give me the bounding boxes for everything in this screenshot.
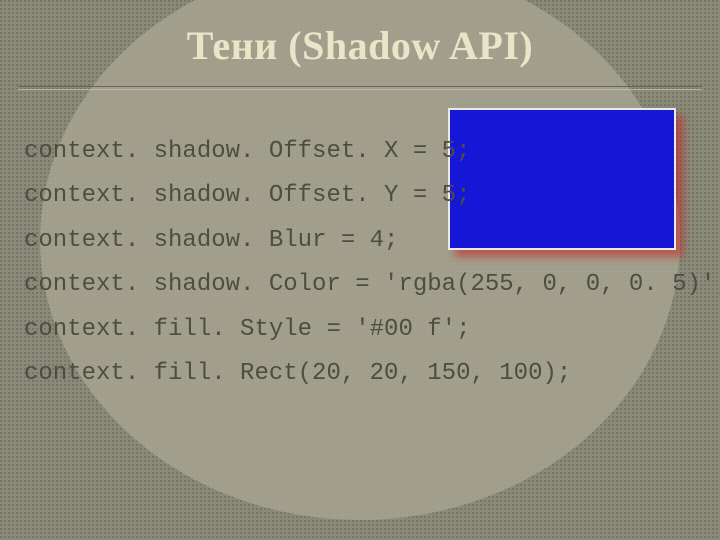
code-line: context. fill. Rect(20, 20, 150, 100); [24,352,700,396]
slide-title: Тени (Shadow API) [20,22,700,69]
code-line: context. shadow. Offset. X = 5; [24,130,700,174]
code-line: context. shadow. Blur = 4; [24,219,700,263]
slide-content: Тени (Shadow API) context. shadow. Offse… [0,0,720,540]
code-block: context. shadow. Offset. X = 5; context.… [24,130,700,396]
code-line: context. fill. Style = '#00 f'; [24,308,700,352]
code-line: context. shadow. Color = 'rgba(255, 0, 0… [24,263,700,307]
code-line: context. shadow. Offset. Y = 5; [24,174,700,218]
title-divider [18,86,702,90]
